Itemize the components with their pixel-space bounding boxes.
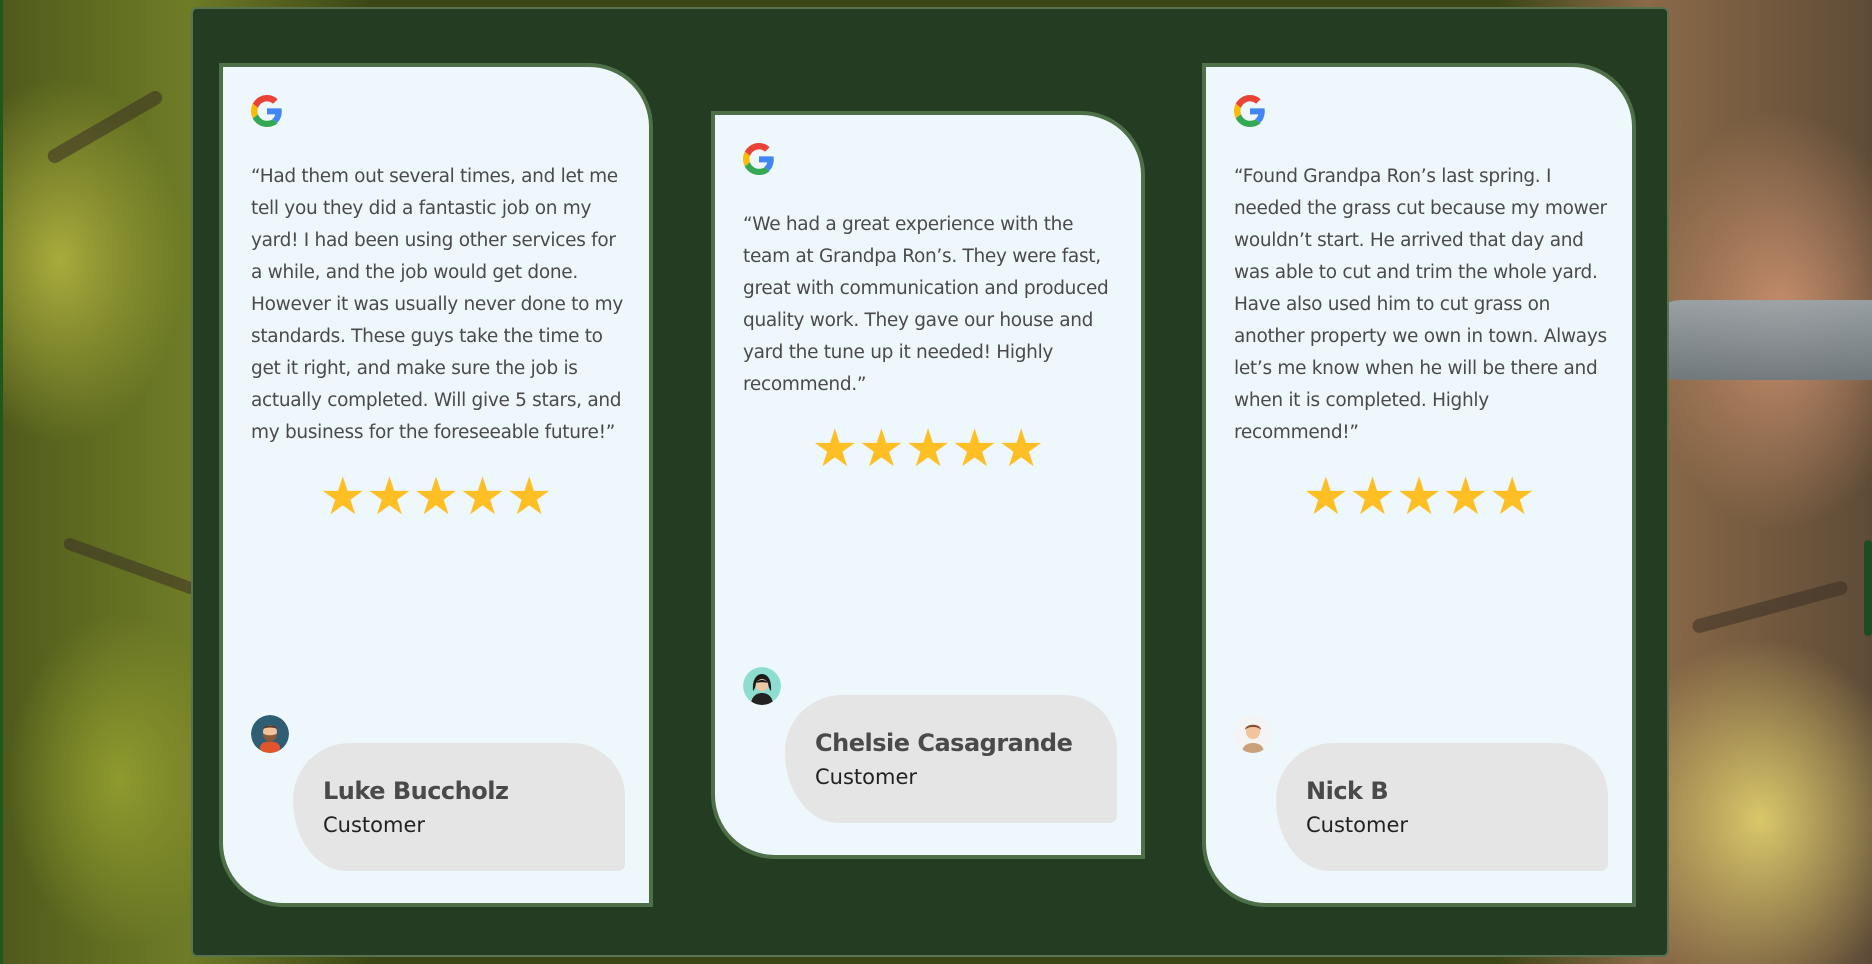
review-card: “Found Grandpa Ron’s last spring. I need… [1202,63,1636,907]
google-icon [1234,95,1265,127]
reviewer-role: Customer [323,813,426,837]
background-branch [45,88,165,166]
star-icons: ★★★★★ [1302,467,1536,527]
reviewer-name-bubble: Nick B Customer [1276,743,1608,871]
review-quote: “Had them out several times, and let me … [251,166,624,443]
reviewer-name-bubble: Chelsie Casagrande Customer [785,695,1117,823]
page-edge [0,0,3,964]
reviewer-role: Customer [815,765,918,789]
reviewer-role: Customer [1306,813,1409,837]
google-icon [251,95,282,127]
review-quote: “Found Grandpa Ron’s last spring. I need… [1234,166,1607,443]
background-pipe [1642,300,1872,380]
reviewer-name: Chelsie Casagrande [815,729,1073,757]
review-card: “We had a great experience with the team… [711,111,1145,859]
reviews-section: “Had them out several times, and let me … [191,7,1669,957]
star-rating: ★★★★★ [715,423,1141,475]
review-card: “Had them out several times, and let me … [219,63,653,907]
star-icons: ★★★★★ [811,419,1045,479]
google-icon [743,143,774,175]
woman-avatar-icon [743,667,781,705]
reviewer-name: Luke Buccholz [323,777,509,805]
reviewer-name: Nick B [1306,777,1389,805]
star-rating: ★★★★★ [1206,471,1632,523]
reviewer-name-bubble: Luke Buccholz Customer [293,743,625,871]
review-quote: “We had a great experience with the team… [743,214,1109,395]
background-branch [1690,579,1850,635]
star-rating: ★★★★★ [223,471,649,523]
star-icons: ★★★★★ [319,467,553,527]
man-avatar-icon [1234,715,1272,753]
bearded-man-avatar-icon [251,715,289,753]
background-branch [62,536,198,596]
scrollbar-thumb[interactable] [1864,540,1872,636]
